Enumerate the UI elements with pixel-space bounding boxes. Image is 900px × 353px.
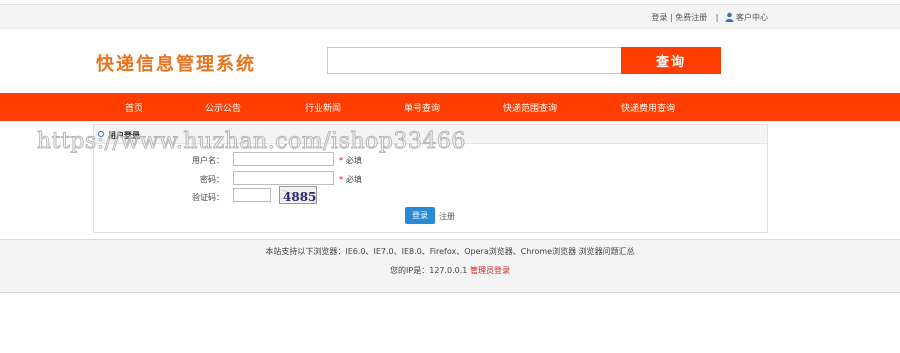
free-register-link[interactable]: 免费注册 (675, 13, 707, 22)
nav-item-coverage-query[interactable]: 快递范围查询 (503, 101, 557, 114)
main-nav: 首页 公示公告 行业新闻 单号查询 快递范围查询 快递费用查询 (0, 93, 900, 121)
footer: 本站支持以下浏览器：IE6.0、IE7.0、IE8.0、Firefox、Oper… (0, 239, 900, 293)
password-required: * 必填 (339, 175, 362, 184)
captcha-image[interactable]: 4885 (279, 186, 317, 204)
browser-support-text: 本站支持以下浏览器：IE6.0、IE7.0、IE8.0、Firefox、Oper… (265, 247, 635, 256)
top-bar: 登录 | 免费注册 | 客户中心 (0, 4, 900, 29)
login-link[interactable]: 登录 (651, 13, 667, 22)
admin-login-link[interactable]: 管理员登录 (470, 266, 510, 275)
login-button[interactable]: 登录 (405, 207, 435, 224)
top-links: 登录 | 免费注册 | 客户中心 (651, 12, 768, 23)
username-required: * 必填 (339, 156, 362, 165)
ip-text: 您的IP是：127.0.0.1 (390, 266, 468, 275)
username-field[interactable] (233, 152, 334, 166)
login-panel: 用户登录 用户名： * 必填 密码： * 必填 验证码： 4885 登录 注册 (93, 124, 768, 233)
ip-line: 您的IP是：127.0.0.1 管理员登录 (0, 265, 900, 276)
search-button[interactable]: 查询 (621, 47, 721, 74)
nav-item-home[interactable]: 首页 (125, 101, 143, 114)
nav-item-industry-news[interactable]: 行业新闻 (305, 101, 341, 114)
username-label: 用户名： (192, 156, 224, 165)
password-field[interactable] (233, 171, 334, 185)
search-input[interactable] (327, 47, 622, 74)
customer-center-link[interactable]: 客户中心 (736, 13, 768, 22)
site-logo: 快递信息管理系统 (96, 54, 256, 75)
nav-item-tracking-query[interactable]: 单号查询 (404, 101, 440, 114)
captcha-field[interactable] (233, 188, 271, 202)
password-label: 密码： (200, 175, 224, 184)
user-icon (725, 12, 734, 22)
captcha-label: 验证码： (192, 193, 224, 202)
panel-header: 用户登录 (94, 125, 767, 144)
register-link[interactable]: 注册 (439, 211, 455, 222)
panel-title: 用户登录 (108, 131, 140, 140)
captcha-graphic: 4885 (280, 189, 316, 204)
nav-item-fee-query[interactable]: 快递费用查询 (621, 101, 675, 114)
divider: | (715, 13, 719, 22)
captcha-text: 4885 (283, 190, 316, 204)
bullet-icon (98, 131, 104, 137)
nav-item-announcements[interactable]: 公示公告 (205, 101, 241, 114)
